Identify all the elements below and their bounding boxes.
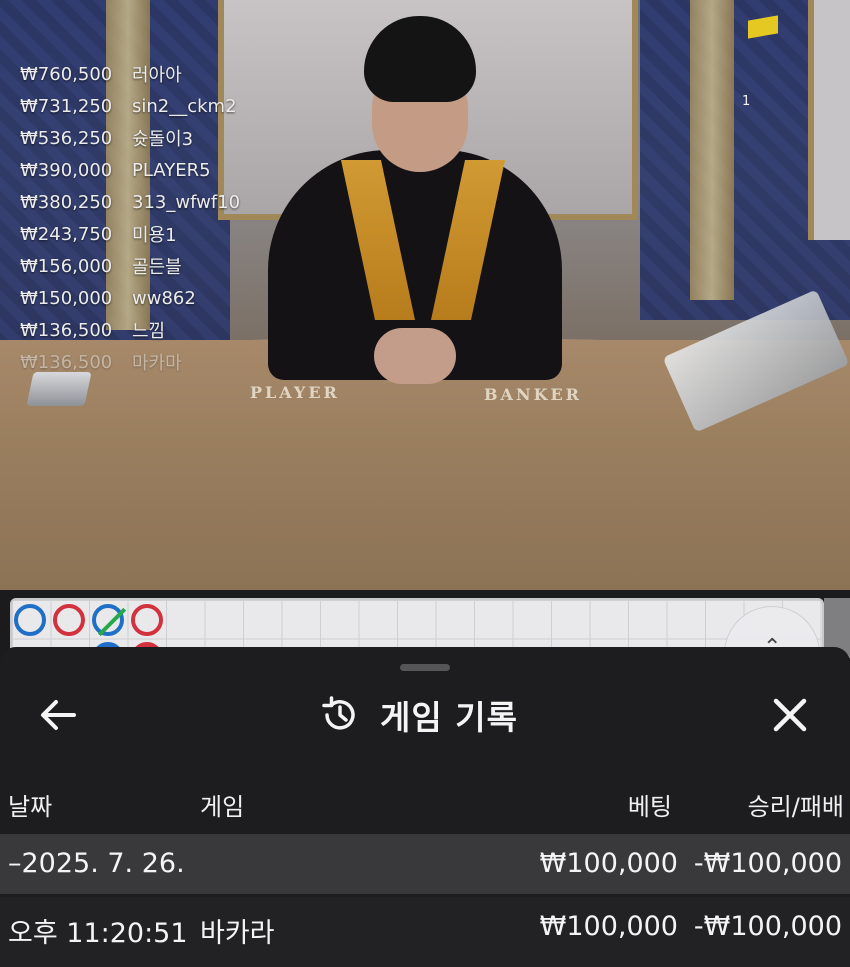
leaderboard-row: ₩380,250 313_wfwf10 — [20, 186, 240, 218]
date-group-row[interactable]: –2025. 7. 26. ₩100,000 -₩100,000 — [0, 834, 850, 894]
overlay-marker: 1 — [742, 94, 751, 109]
leaderboard-amount: ₩390,000 — [20, 159, 113, 181]
leaderboard-amount: ₩760,500 — [20, 63, 113, 85]
leaderboard-name: sin2__ckm2 — [132, 95, 237, 117]
leaderboard-row: ₩156,000 골든블 — [20, 250, 240, 282]
leaderboard-row: ₩136,500 마카마 — [20, 346, 240, 378]
history-column-header: 날짜 게임 베팅 승리/패배 — [0, 783, 850, 823]
history-time: 오후 11:20:51 — [8, 918, 188, 949]
close-button[interactable] — [766, 691, 814, 739]
leaderboard-name: 미용1 — [132, 225, 177, 246]
leaderboard-name: 마카마 — [132, 353, 182, 374]
leaderboard-amount: ₩731,250 — [20, 95, 113, 117]
leaderboard-name: 골든블 — [132, 257, 182, 278]
dealer — [268, 10, 562, 390]
leaderboard-row: ₩243,750 미용1 — [20, 218, 240, 250]
sheet-grabber[interactable] — [400, 664, 450, 671]
leaderboard-name: ww862 — [132, 287, 196, 309]
sheet-header: 게임 기록 — [0, 683, 850, 747]
dealer-hair — [364, 16, 476, 102]
history-icon — [322, 696, 355, 730]
sheet-title: 게임 기록 — [380, 698, 518, 737]
leaderboard-amount: ₩243,750 — [20, 223, 113, 245]
leaderboard-name: 313_wfwf10 — [132, 191, 241, 213]
history-bet: ₩100,000 — [539, 911, 678, 942]
bead-player — [14, 604, 46, 636]
leaderboard-amount: ₩150,000 — [20, 287, 113, 309]
leaderboard-row: ₩136,500 느낌 — [20, 314, 240, 346]
date-group-bet-total: ₩100,000 — [539, 848, 678, 879]
leaderboard-row: ₩536,250 슛돌이3 — [20, 122, 240, 154]
dealer-hands — [374, 328, 456, 384]
wall-panel-right — [808, 0, 850, 240]
pillar-right — [690, 0, 734, 300]
live-video[interactable]: 1 PLAYER BANKER ₩760,500 러아아 ₩731,250 sin2… — [0, 0, 850, 590]
close-icon — [773, 698, 807, 732]
leaderboard-row: ₩760,500 러아아 — [20, 58, 240, 90]
leaderboard-amount: ₩136,500 — [20, 351, 113, 373]
back-button[interactable] — [34, 693, 82, 737]
leaderboard-name: 느낌 — [132, 321, 166, 342]
app-screen: 1 PLAYER BANKER ₩760,500 러아아 ₩731,250 sin2… — [0, 0, 850, 967]
bead-banker — [53, 604, 85, 636]
column-result: 승리/패배 — [747, 793, 844, 821]
sheet-title-group: 게임 기록 — [318, 689, 518, 741]
arrow-left-icon — [41, 700, 76, 730]
leaderboard-amount: ₩536,250 — [20, 127, 113, 149]
leaderboard-amount: ₩380,250 — [20, 191, 113, 213]
winners-leaderboard: ₩760,500 러아아 ₩731,250 sin2__ckm2 ₩536,250 슛… — [20, 58, 240, 378]
leaderboard-name: 슛돌이3 — [132, 129, 194, 150]
leaderboard-name: PLAYER5 — [132, 159, 211, 181]
tie-slash — [97, 607, 127, 637]
leaderboard-amount: ₩156,000 — [20, 255, 113, 277]
leaderboard-name: 러아아 — [132, 65, 182, 86]
leaderboard-row: ₩150,000 ww862 — [20, 282, 240, 314]
history-result: -₩100,000 — [693, 911, 842, 942]
column-bet: 베팅 — [627, 793, 672, 821]
leaderboard-amount: ₩136,500 — [20, 319, 113, 341]
history-row[interactable]: 오후 11:20:51 바카라 ₩100,000 -₩100,000 — [0, 897, 850, 967]
bead-tie — [92, 604, 127, 637]
column-date: 날짜 — [8, 793, 53, 821]
leaderboard-row: ₩390,000 PLAYER5 — [20, 154, 240, 186]
date-group-label: –2025. 7. 26. — [8, 848, 185, 879]
column-game: 게임 — [200, 793, 245, 821]
leaderboard-row: ₩731,250 sin2__ckm2 — [20, 90, 240, 122]
history-game: 바카라 — [200, 918, 275, 949]
game-history-sheet: 게임 기록 날짜 게임 베팅 승리/패배 –2025. 7. 26. ₩100,… — [0, 647, 850, 967]
date-group-result-total: -₩100,000 — [693, 848, 842, 879]
bead-banker — [131, 604, 163, 636]
